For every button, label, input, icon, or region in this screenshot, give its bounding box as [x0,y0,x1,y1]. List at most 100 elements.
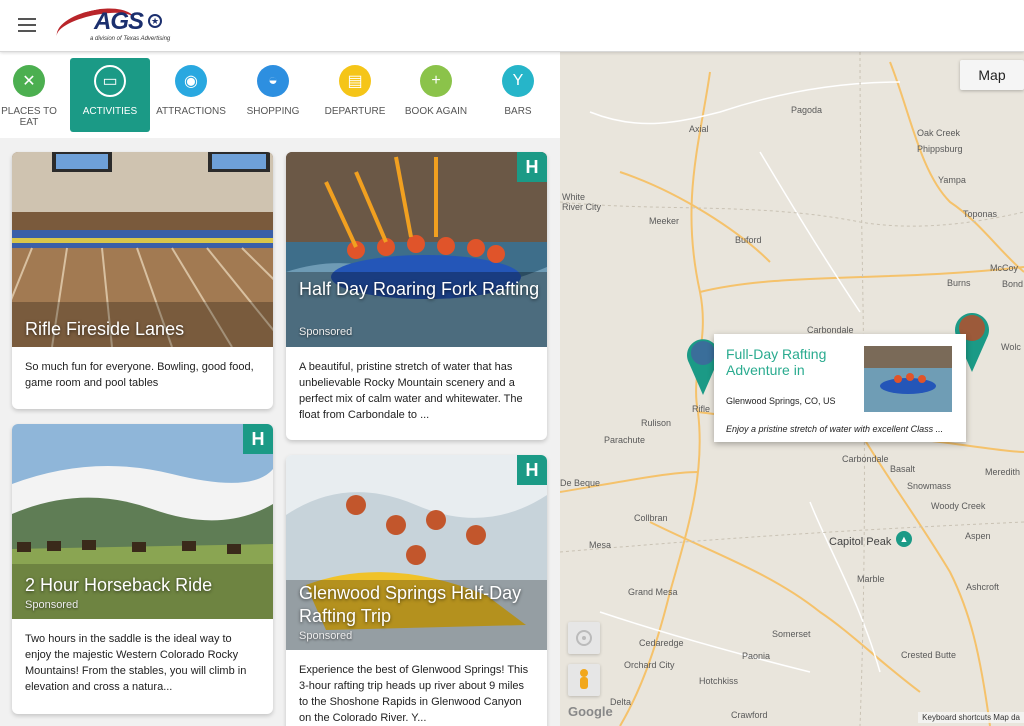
map-town-label: Paonia [742,651,771,661]
map-town-label: Parachute [604,435,646,445]
map-town-label: Basalt [890,464,916,474]
card-description: Experience the best of Glenwood Springs!… [299,664,529,724]
map-info-popup[interactable]: Full-Day Rafting Adventure in Glenwood S… [714,334,966,442]
map-town-label: Cedaredge [639,638,684,648]
map-town-label: Collbran [634,513,668,523]
activity-card-rifle-fireside-lanes[interactable]: Rifle Fireside Lanes So much fun for eve… [12,152,273,409]
map-town-label: Rifle [692,404,711,414]
basket-icon: ◒ [257,65,289,97]
category-activities[interactable]: ▭ ACTIVITIES [70,58,150,132]
map-town-label: Woody Creek [931,501,986,511]
map-town-label: Grand Mesa [628,587,678,597]
hamburger-menu-icon[interactable] [18,18,36,32]
map-type-button[interactable]: Map [960,60,1024,90]
category-label: PLACES TO EAT [1,106,57,128]
card-title: Half Day Roaring Fork Rafting [299,279,540,299]
map-town-label: Axial [689,124,709,134]
map-town-label: Meredith [985,467,1021,477]
my-location-button[interactable] [568,622,600,654]
category-label: BARS [504,106,532,117]
map-town-label: Hotchkiss [699,676,739,686]
popup-rafting-photo [864,346,952,412]
ticket-icon: ▭ [94,65,126,97]
card-title: Glenwood Springs Half-Day Rafting Trip [299,583,522,626]
map-town-label: Pagoda [791,105,823,115]
popup-title[interactable]: Full-Day Rafting Adventure in [726,346,856,378]
map-town-label: Yampa [938,175,966,185]
star-icon: ★ [148,14,162,28]
horseback-ride-photo: H 2 Hour Horseback Ride Sponsored [12,424,273,619]
hotel-h-icon: H [517,152,547,182]
sponsored-label: Sponsored [299,630,353,642]
map-town-label: Ashcroft [966,582,1000,592]
category-departure[interactable]: ▤ DEPARTURE [315,58,395,132]
map-town-label: Crested Butte [901,650,957,660]
street-view-pegman-button[interactable] [568,664,600,696]
map-town-label: Aspen [965,531,991,541]
category-label: ACTIVITIES [82,106,138,117]
map-town-label: Oak Creek [917,128,961,138]
clipboard-icon: ▤ [339,65,371,97]
map-town-label: Capitol Peak [829,536,892,548]
map-town-label: Bond [1002,279,1024,289]
card-description: So much fun for everyone. Bowling, good … [25,361,254,389]
map-town-label: De Beque [560,478,601,488]
map-footer-links[interactable]: Keyboard shortcuts Map da [918,712,1024,723]
category-label: ATTRACTIONS [156,106,226,117]
category-label: BOOK AGAIN [404,106,468,117]
activity-card-half-day-roaring-fork-rafting[interactable]: H Half Day Roaring Fork Rafting Sponsore… [286,152,547,440]
map-town-label: Delta [610,697,632,707]
activity-card-glenwood-springs-half-day-rafting[interactable]: H Glenwood Springs Half-Day Rafting Trip… [286,455,547,726]
ags-logo[interactable]: AGS ★ a division of Texas Advertising [53,2,171,54]
rafting-photo: H Half Day Roaring Fork Rafting Sponsore… [286,152,547,347]
sponsored-label: Sponsored [299,326,353,338]
popup-location: Glenwood Springs, CO, US [726,396,836,406]
listing-panel: ✕ PLACES TO EAT ▭ ACTIVITIES ◉ ATTRACTIO… [0,52,560,726]
popup-description: Enjoy a pristine stretch of water with e… [726,424,944,434]
map-town-label: Snowmass [907,481,952,491]
map-town-label: Marble [857,574,885,584]
mountain-peak-icon: ▲ [896,531,912,547]
map-town-label: Wolc [1001,342,1021,352]
map-town-label: Meeker [649,216,680,226]
category-shopping[interactable]: ◒ SHOPPING [233,58,313,132]
card-title: 2 Hour Horseback Ride [25,575,213,595]
bowling-alley-photo: Rifle Fireside Lanes [12,152,273,347]
map-town-label: Rulison [641,418,672,428]
map-town-label: Carbondale [842,454,889,464]
category-bars[interactable]: Y BARS [478,58,558,132]
map-town-label: Buford [735,235,762,245]
category-places-to-eat[interactable]: ✕ PLACES TO EAT [0,58,69,132]
category-bar: ✕ PLACES TO EAT ▭ ACTIVITIES ◉ ATTRACTIO… [0,52,560,138]
hotel-h-icon: H [243,424,273,454]
map-town-label: McCoy [990,263,1019,273]
app-header: AGS ★ a division of Texas Advertising [0,0,1024,54]
category-attractions[interactable]: ◉ ATTRACTIONS [151,58,231,132]
card-title: Rifle Fireside Lanes [25,319,185,339]
card-description: A beautiful, pristine stretch of water t… [299,361,523,421]
cocktail-icon: Y [502,65,534,97]
activity-card-2-hour-horseback-ride[interactable]: H 2 Hour Horseback Ride Sponsored Two ho… [12,424,273,714]
map-panel[interactable]: Map Pagoda Axial Oak Creek Phippsburg Ya… [560,52,1024,726]
fork-knife-icon: ✕ [13,65,45,97]
card-description: Two hours in the saddle is the ideal way… [25,633,247,693]
pegman-icon [580,669,588,689]
camera-icon: ◉ [175,65,207,97]
map-town-label: White River City [562,192,602,212]
crosshair-icon [576,630,592,646]
calendar-plus-icon: + [420,65,452,97]
map-town-label: Orchard City [624,660,675,670]
map-town-label: Crawford [731,710,768,720]
hotel-h-icon: H [517,455,547,485]
category-label: SHOPPING [246,106,300,117]
map-town-label: Phippsburg [917,144,963,154]
google-logo: Google [568,704,613,719]
map-town-label: Mesa [589,540,612,550]
category-label: DEPARTURE [324,106,386,117]
category-book-again[interactable]: + BOOK AGAIN [396,58,476,132]
map-town-label: Burns [947,278,971,288]
map-town-label: Toponas [963,209,998,219]
logo-tagline: a division of Texas Advertising [90,36,171,42]
logo-text: AGS [94,8,144,35]
sponsored-label: Sponsored [25,599,79,611]
